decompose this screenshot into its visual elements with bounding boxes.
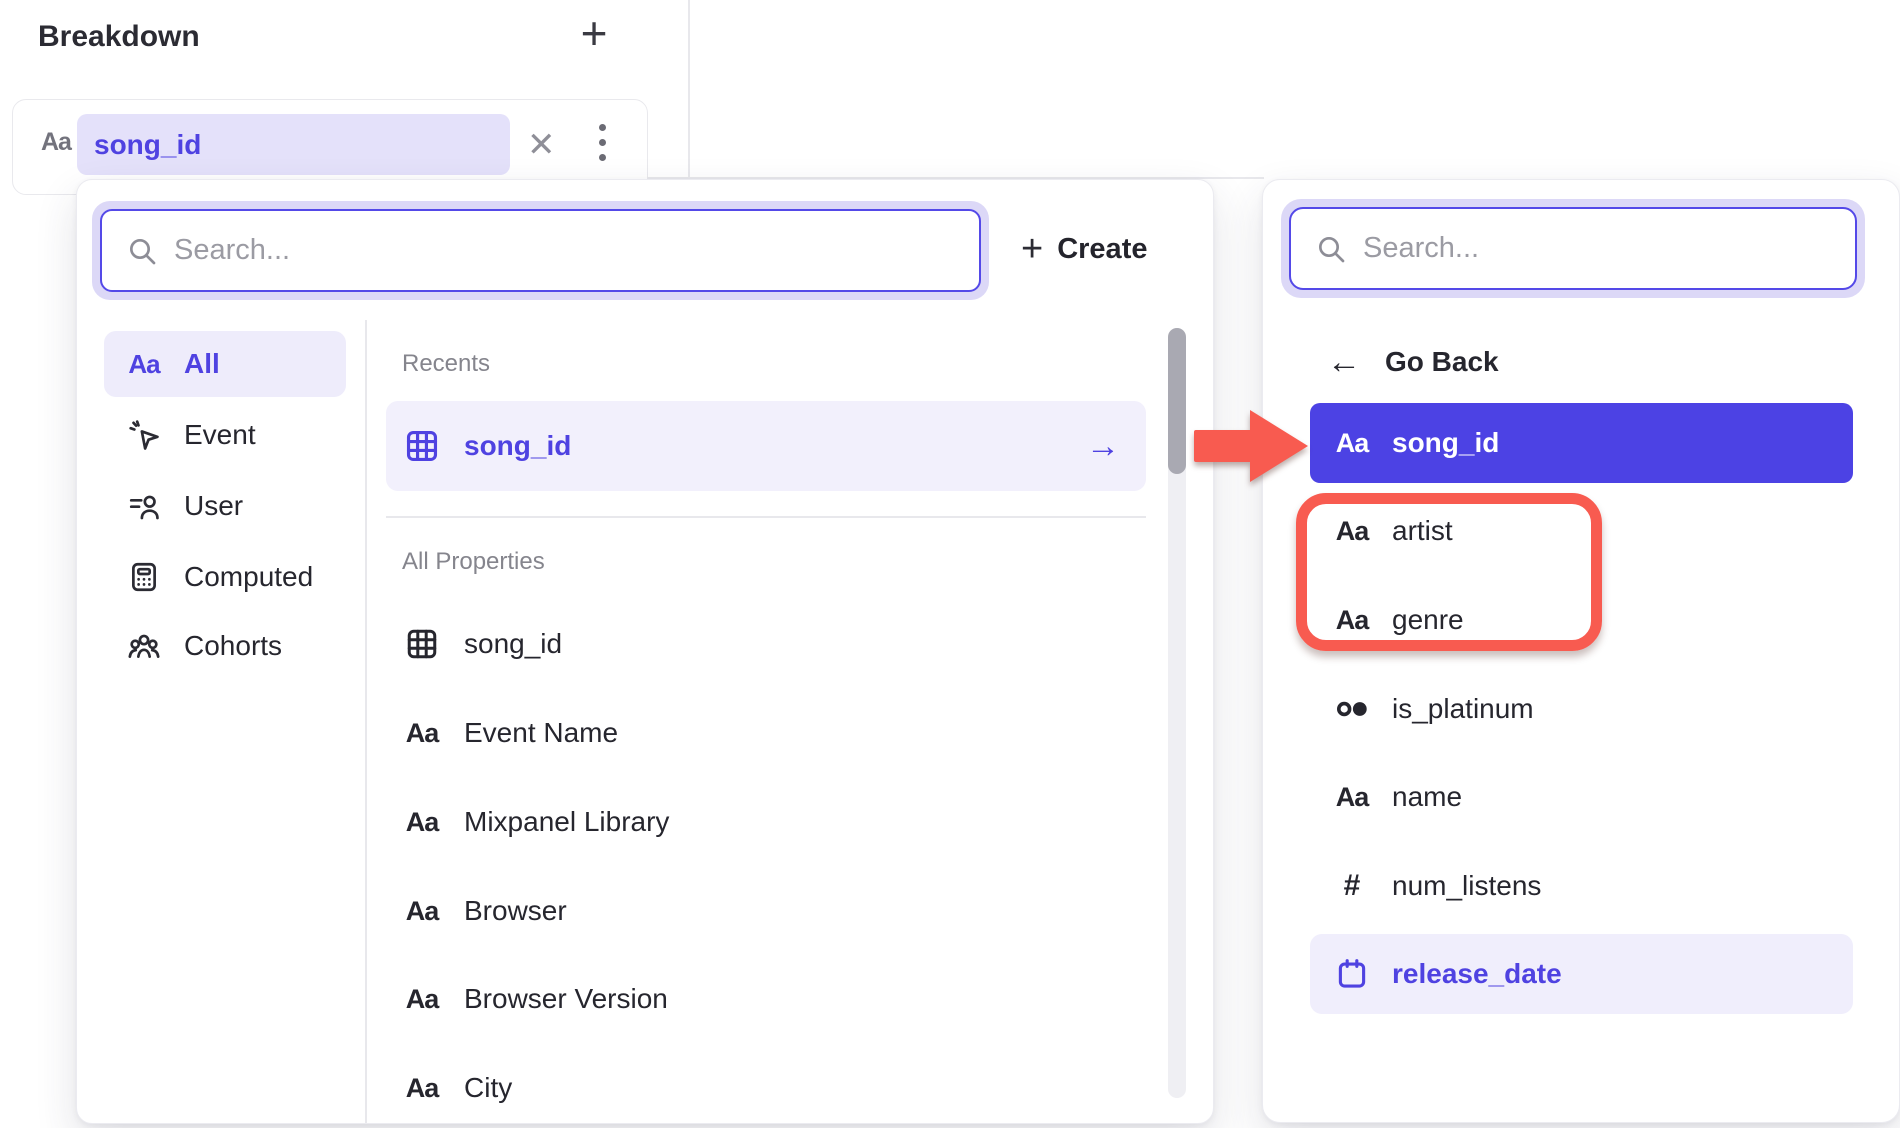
value-row-song-id[interactable]: Aa song_id: [1310, 403, 1853, 483]
search-icon: [126, 235, 158, 267]
recent-item-label: song_id: [464, 430, 571, 462]
property-row-city[interactable]: Aa City: [386, 1044, 1146, 1128]
back-arrow-icon: ←: [1327, 343, 1361, 382]
property-label: Browser: [464, 895, 567, 927]
category-user[interactable]: User: [104, 473, 346, 539]
page-title: Breakdown: [38, 20, 200, 54]
chip-more-options-icon[interactable]: [599, 124, 606, 161]
drill-in-arrow-icon: →: [1086, 427, 1120, 466]
recents-heading: Recents: [402, 350, 490, 378]
value-label: song_id: [1392, 427, 1499, 459]
property-row-mixpanel-library[interactable]: Aa Mixpanel Library: [386, 778, 1146, 866]
search-placeholder: Search...: [174, 234, 290, 267]
screenshot-root: Breakdown + Aa song_id ✕ Search... + Cre…: [0, 0, 1900, 1128]
search-input[interactable]: Search...: [1289, 207, 1857, 290]
grid-table-icon: [403, 427, 441, 465]
calculator-icon: [127, 560, 161, 594]
category-label: Event: [184, 419, 256, 451]
value-label: is_platinum: [1392, 693, 1534, 725]
value-label: release_date: [1392, 958, 1562, 990]
value-row-name[interactable]: Aa name: [1310, 757, 1853, 837]
property-picker-panel: Search... + Create Aa All Event: [76, 179, 1214, 1124]
Aa-icon: Aa: [128, 349, 159, 380]
Aa-icon: Aa: [406, 984, 439, 1015]
annotation-highlight-box: [1296, 493, 1602, 651]
Aa-icon: Aa: [406, 896, 439, 927]
value-picker-panel: Search... ← Go Back Aa song_id Aa artist…: [1262, 179, 1900, 1123]
annotation-arrow-icon: [1194, 410, 1312, 482]
user-icon: [127, 489, 161, 523]
category-cohorts[interactable]: Cohorts: [104, 613, 346, 679]
go-back-button[interactable]: ← Go Back: [1327, 336, 1499, 388]
go-back-label: Go Back: [1385, 346, 1499, 378]
category-label: All: [184, 348, 220, 380]
remove-chip-icon[interactable]: ✕: [527, 125, 556, 165]
chip-value: song_id: [94, 114, 201, 175]
property-label: Mixpanel Library: [464, 806, 669, 838]
property-label: City: [464, 1072, 512, 1104]
recent-item-song-id[interactable]: song_id →: [386, 401, 1146, 491]
property-label: song_id: [464, 628, 562, 660]
property-type-icon: Aa: [41, 128, 71, 157]
search-focus-ring: Search...: [92, 201, 989, 300]
property-row-song-id[interactable]: song_id: [386, 600, 1146, 688]
create-button[interactable]: + Create: [1021, 222, 1147, 276]
Aa-icon: Aa: [406, 1073, 439, 1104]
Aa-icon: Aa: [406, 807, 439, 838]
section-divider: [386, 516, 1146, 518]
scrollbar-thumb[interactable]: [1168, 328, 1186, 474]
category-label: Computed: [184, 561, 313, 593]
panel-edge-vertical: [688, 0, 690, 179]
category-all[interactable]: Aa All: [104, 331, 346, 397]
value-row-release-date[interactable]: release_date: [1310, 934, 1853, 1014]
property-label: Browser Version: [464, 983, 668, 1015]
grid-table-icon: [404, 626, 440, 662]
property-row-browser[interactable]: Aa Browser: [386, 867, 1146, 955]
cohorts-icon: [127, 629, 161, 663]
search-focus-ring: Search...: [1281, 199, 1865, 298]
search-placeholder: Search...: [1363, 232, 1479, 265]
boolean-icon: [1334, 691, 1370, 727]
column-divider: [365, 320, 367, 1123]
event-cursor-icon: [127, 418, 161, 452]
value-row-num-listens[interactable]: # num_listens: [1310, 846, 1853, 926]
search-icon: [1315, 233, 1347, 265]
all-properties-heading: All Properties: [402, 548, 545, 576]
value-label: num_listens: [1392, 870, 1541, 902]
Aa-icon: Aa: [1336, 428, 1369, 459]
calendar-icon: [1335, 957, 1369, 991]
property-label: Event Name: [464, 717, 618, 749]
chip-value-pill[interactable]: song_id: [77, 114, 510, 175]
add-breakdown-button[interactable]: +: [569, 6, 619, 60]
value-label: name: [1392, 781, 1462, 813]
category-label: Cohorts: [184, 630, 282, 662]
create-label: Create: [1057, 233, 1147, 266]
property-row-event-name[interactable]: Aa Event Name: [386, 689, 1146, 777]
category-computed[interactable]: Computed: [104, 544, 346, 610]
search-input[interactable]: Search...: [100, 209, 981, 292]
Aa-icon: Aa: [1336, 782, 1369, 813]
value-row-is-platinum[interactable]: is_platinum: [1310, 669, 1853, 749]
property-row-browser-version[interactable]: Aa Browser Version: [386, 955, 1146, 1043]
category-label: User: [184, 490, 243, 522]
plus-icon: +: [1021, 228, 1043, 271]
category-event[interactable]: Event: [104, 402, 346, 468]
Aa-icon: Aa: [406, 718, 439, 749]
number-icon: #: [1344, 869, 1361, 903]
